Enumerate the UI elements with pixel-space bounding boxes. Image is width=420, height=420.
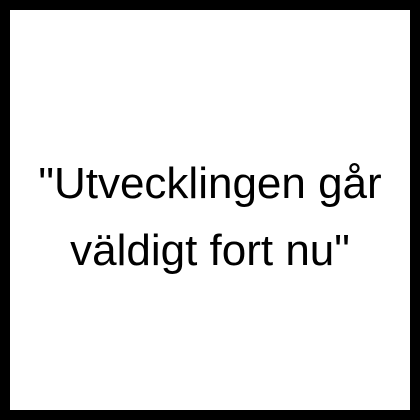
quote-text: "Utvecklingen går väldigt fort nu" (38, 136, 381, 284)
quote-card: "Utvecklingen går väldigt fort nu" (0, 0, 420, 420)
quote-line-2: väldigt fort nu" (70, 226, 350, 275)
quote-line-1: "Utvecklingen går (38, 159, 382, 208)
